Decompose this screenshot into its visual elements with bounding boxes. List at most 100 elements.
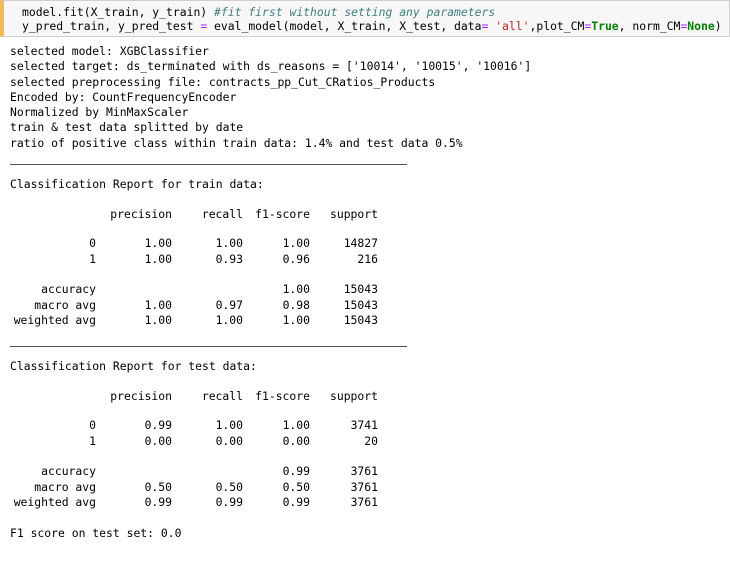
header-f1: f1-score [255,389,310,404]
row-label: 1 [89,251,96,266]
cell-f1: 1.00 [282,312,310,327]
info-line: ratio of positive class within train dat… [10,135,463,150]
header-label [10,389,96,404]
code-string: 'all' [495,19,530,33]
header-support: support [329,207,378,222]
cell-support: 3761 [350,479,378,494]
header-label [10,207,96,222]
cell-recall: 1.00 [215,312,243,327]
test-report-title: Classification Report for test data: [10,359,257,374]
cell-support: 15043 [343,312,378,327]
cell-support: 14827 [343,236,378,251]
cell-f1: 0.96 [282,251,310,266]
cell-f1: 1.00 [282,236,310,251]
code-text: model.fit(X_train, y_train) [22,5,215,19]
table-row: 1 1.00 0.93 0.96 216 [10,252,378,267]
row-label: macro avg [34,479,96,494]
row-label: 0 [89,418,96,433]
cell-precision: 0.99 [144,418,172,433]
cell-precision [96,464,172,479]
train-report-table: precision recall f1-score support 0 1.00… [10,207,378,328]
code-text: y_pred_train, y_pred_test [22,19,201,33]
cell-recall: 0.97 [215,297,243,312]
cell-recall [172,464,243,479]
info-line: selected model: XGBClassifier [10,44,209,58]
cell-f1: 1.00 [282,418,310,433]
table-header-row: precision recall f1-score support [10,389,378,404]
cell-f1: 1.00 [282,282,310,297]
info-line: train & test data splitted by date [10,120,244,135]
divider [10,164,407,166]
cell-support: 20 [364,433,378,448]
info-line: selected preprocessing file: contracts_p… [10,74,436,89]
code-text: , norm_CM [618,19,681,33]
table-row: weighted avg 0.99 0.99 0.99 3761 [10,495,378,510]
code-keyword: True [591,19,619,33]
code-line-2: y_pred_train, y_pred_test = eval_model(m… [22,19,722,33]
cell-recall [172,282,243,297]
cell-precision: 1.00 [144,312,172,327]
table-row: 1 0.00 0.00 0.00 20 [10,434,378,449]
table-row: accuracy 1.00 15043 [10,282,378,297]
cell-precision: 1.00 [144,251,172,266]
row-label: accuracy [41,282,96,297]
table-row: macro avg 0.50 0.50 0.50 3761 [10,480,378,495]
divider [10,346,407,348]
table-row: macro avg 1.00 0.97 0.98 15043 [10,298,378,313]
row-label: accuracy [41,464,96,479]
cell-support: 216 [357,251,378,266]
cell-precision [96,282,172,297]
cell-f1: 0.98 [282,297,310,312]
cell-recall: 0.99 [215,494,243,509]
cell-precision: 1.00 [144,236,172,251]
table-row: 0 1.00 1.00 1.00 14827 [10,236,378,251]
header-precision: precision [110,389,172,404]
header-recall: recall [201,389,243,404]
info-line: Encoded by: CountFrequencyEncoder [10,89,237,104]
f1-score-line: F1 score on test set: 0.0 [10,526,182,541]
cell-output: selected model: XGBClassifier selected t… [10,44,725,541]
table-row: accuracy 0.99 3761 [10,464,378,479]
code-text: ,plot_CM [529,19,585,33]
info-line: selected target: ds_terminated with ds_r… [10,59,532,74]
code-comment: #fit first without setting any parameter… [214,5,496,19]
header-f1: f1-score [255,207,310,222]
table-row: 0 0.99 1.00 1.00 3741 [10,418,378,433]
cell-support: 3761 [350,464,378,479]
cell-precision: 1.00 [144,297,172,312]
cell-f1: 0.00 [282,433,310,448]
info-line: Normalized by MinMaxScaler [10,105,189,120]
train-report-title: Classification Report for train data: [10,177,264,192]
header-support: support [329,389,378,404]
cell-precision: 0.99 [144,494,172,509]
cell-recall: 0.00 [215,433,243,448]
table-header-row: precision recall f1-score support [10,207,378,222]
cell-precision: 0.50 [144,479,172,494]
table-row: weighted avg 1.00 1.00 1.00 15043 [10,313,378,328]
cell-support: 15043 [343,297,378,312]
cell-recall: 0.50 [215,479,243,494]
cell-recall: 0.93 [215,251,243,266]
cell-f1: 0.50 [282,479,310,494]
code-text: eval_model(model, X_train, X_test, data [207,19,482,33]
cell-support: 15043 [343,282,378,297]
cell-f1: 0.99 [282,464,310,479]
row-label: macro avg [34,297,96,312]
row-label: weighted avg [13,312,96,327]
code-text: ) [714,19,722,33]
row-label: 1 [89,433,96,448]
test-report-table: precision recall f1-score support 0 0.99… [10,389,378,510]
header-recall: recall [201,207,243,222]
code-line-1: model.fit(X_train, y_train) #fit first w… [22,5,495,19]
cell-recall: 1.00 [215,236,243,251]
cell-f1: 0.99 [282,494,310,509]
cell-precision: 0.00 [144,433,172,448]
cell-recall: 1.00 [215,418,243,433]
row-label: weighted avg [13,494,96,509]
cell-support: 3761 [350,494,378,509]
header-precision: precision [110,207,172,222]
cell-support: 3741 [350,418,378,433]
row-label: 0 [89,236,96,251]
code-keyword: None [687,19,715,33]
code-cell-input[interactable]: model.fit(X_train, y_train) #fit first w… [0,0,730,37]
